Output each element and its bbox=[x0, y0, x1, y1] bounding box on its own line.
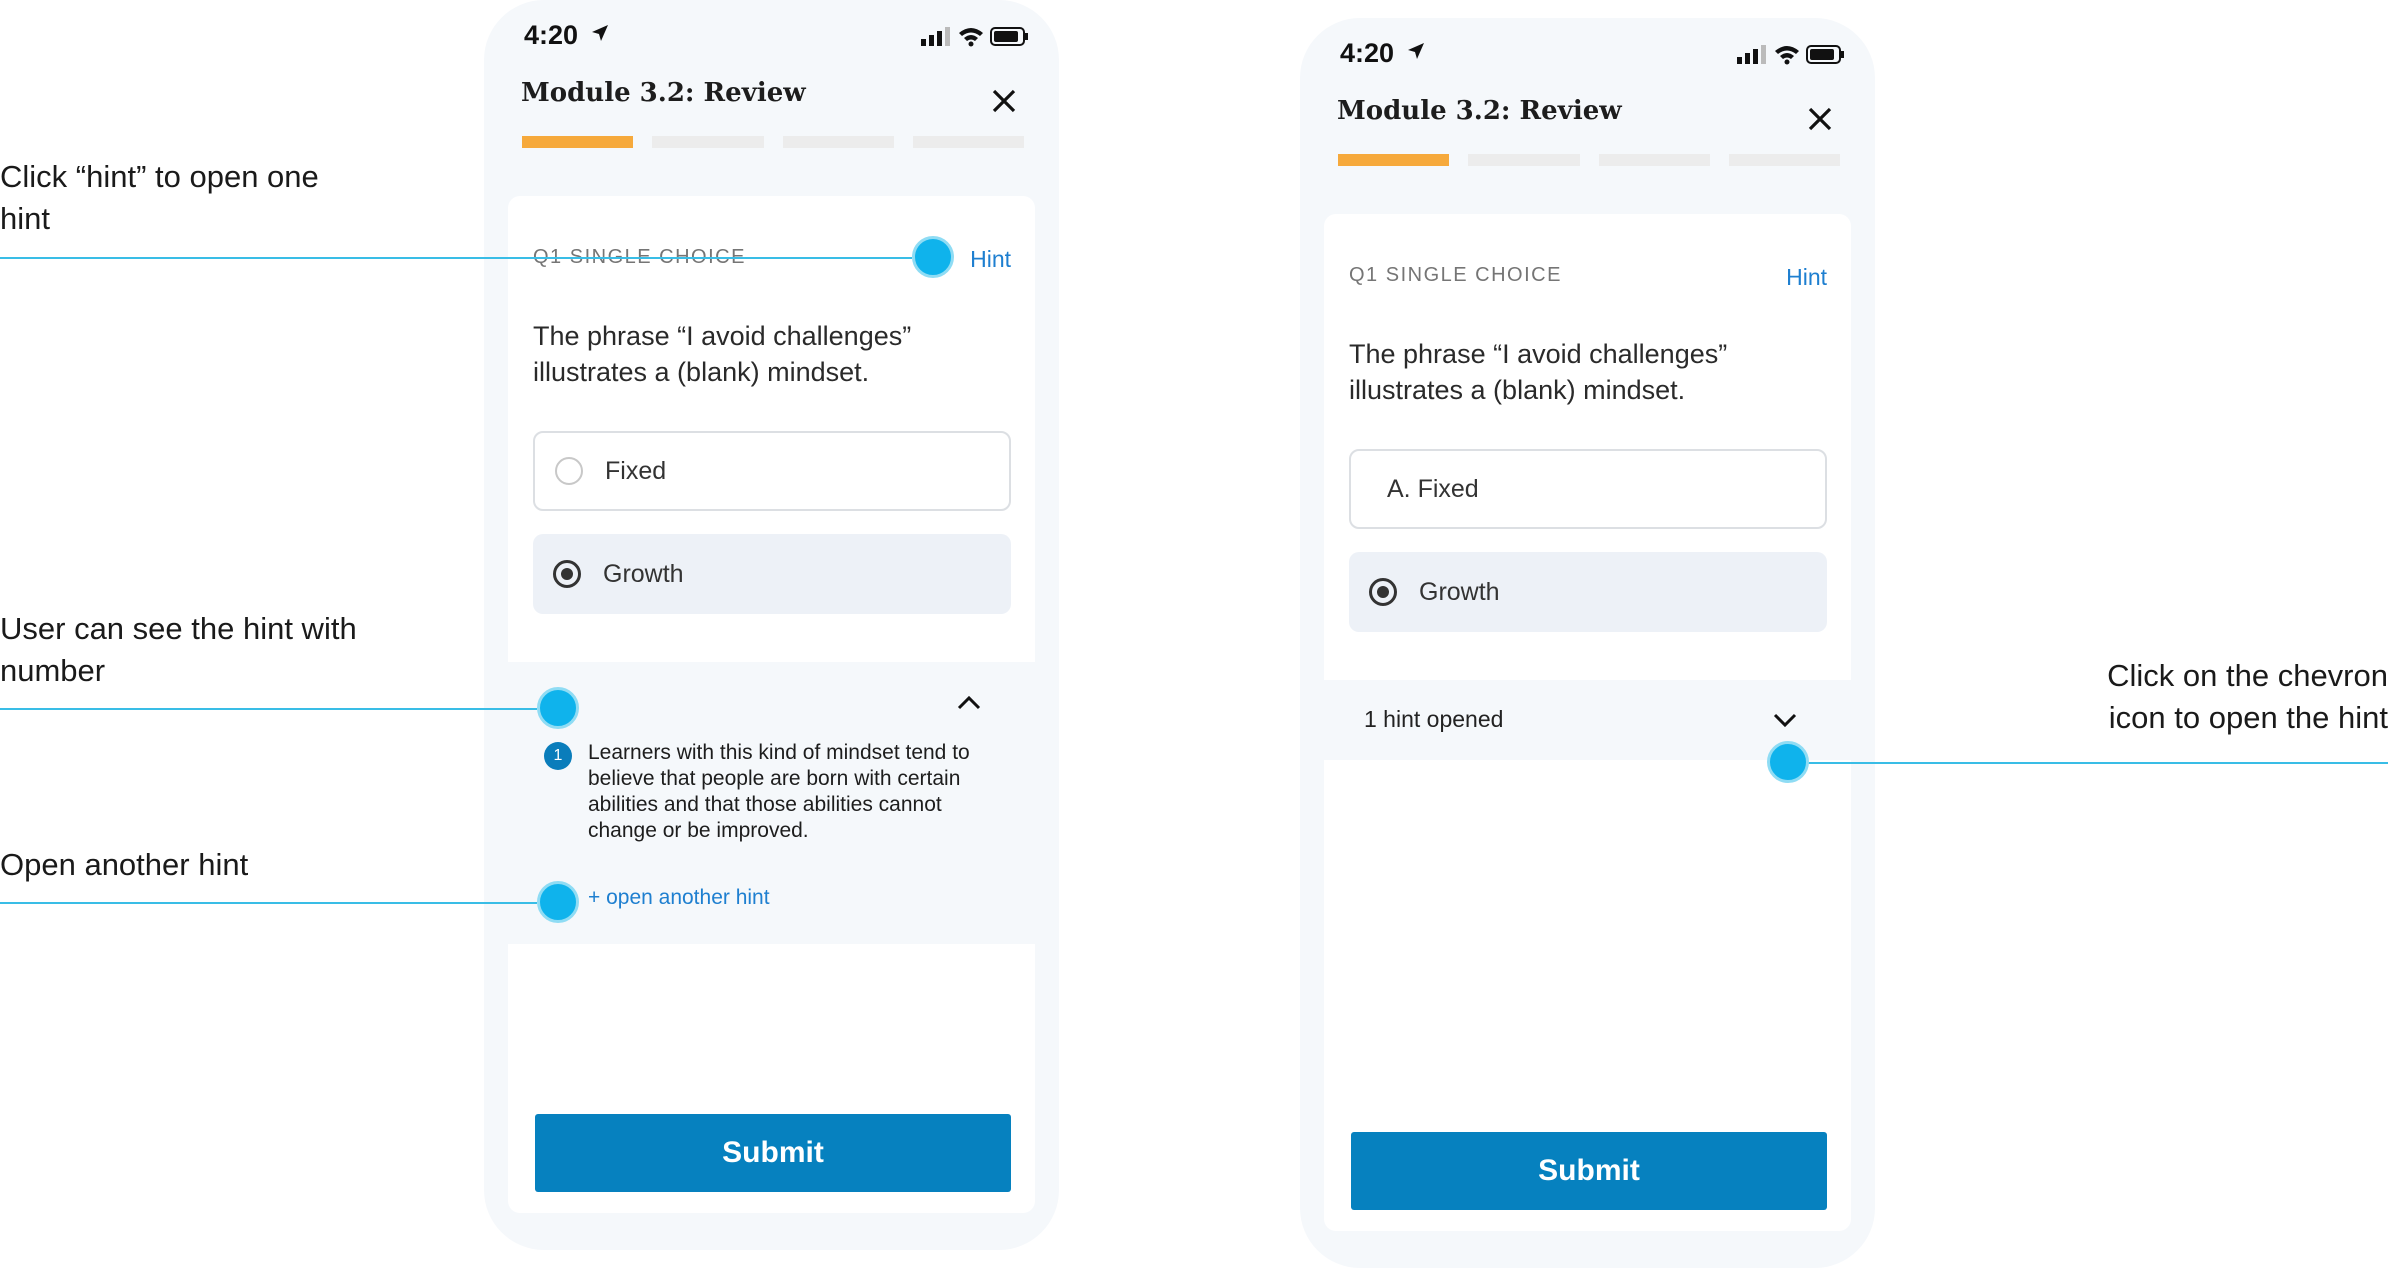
progress-segment bbox=[1728, 154, 1840, 166]
location-arrow-icon bbox=[1408, 43, 1424, 59]
chevron-down-icon[interactable] bbox=[1770, 710, 1800, 730]
signal-icon bbox=[921, 27, 950, 46]
submit-button[interactable]: Submit bbox=[535, 1114, 1011, 1192]
progress-segment bbox=[782, 136, 894, 148]
battery-icon bbox=[990, 27, 1028, 46]
annotation-chevron: Click on the chevron icon to open the hi… bbox=[2107, 658, 2388, 735]
option-growth[interactable]: Growth bbox=[533, 534, 1011, 614]
wifi-icon bbox=[959, 28, 983, 47]
hint-link[interactable]: Hint bbox=[1786, 264, 1827, 291]
status-icons bbox=[1737, 45, 1844, 65]
option-fixed[interactable]: Fixed bbox=[533, 431, 1011, 511]
submit-button[interactable]: Submit bbox=[1351, 1132, 1827, 1210]
progress-segment bbox=[1468, 154, 1580, 166]
option-growth[interactable]: Growth bbox=[1349, 552, 1827, 632]
callout-dot-hint bbox=[912, 236, 954, 278]
progress-segment bbox=[652, 136, 764, 148]
close-icon[interactable] bbox=[989, 86, 1019, 116]
page-title: Module 3.2: Review bbox=[521, 78, 806, 108]
wifi-icon bbox=[1775, 46, 1799, 65]
annotation-hint-click: Click “hint” to open one hint bbox=[0, 159, 319, 236]
location-arrow-icon bbox=[592, 25, 608, 41]
callout-line-open-another bbox=[0, 902, 537, 904]
radio-selected-icon bbox=[1369, 578, 1397, 606]
question-card: Q1 SINGLE CHOICE Hint The phrase “I avoi… bbox=[1324, 214, 1851, 1231]
open-another-hint-link[interactable]: + open another hint bbox=[588, 886, 770, 910]
phone-screen-expanded: 4:20 Module 3.2: Review Q1 SINGLE CHOICE… bbox=[484, 0, 1059, 1250]
hint-number-badge: 1 bbox=[544, 742, 572, 770]
hint-text: Learners with this kind of mindset tend … bbox=[588, 741, 970, 842]
progress-segment bbox=[1338, 154, 1450, 166]
question-card: Q1 SINGLE CHOICE Hint The phrase “I avoi… bbox=[508, 196, 1035, 1213]
progress-segment bbox=[1598, 154, 1710, 166]
callout-dot-chevron bbox=[1767, 741, 1809, 783]
hint-link[interactable]: Hint bbox=[970, 246, 1011, 273]
radio-unselected-icon bbox=[555, 457, 583, 485]
progress-segment bbox=[912, 136, 1024, 148]
status-time: 4:20 bbox=[524, 20, 579, 50]
question-text: The phrase “I avoid challenges” illustra… bbox=[1349, 339, 1728, 405]
option-label: Growth bbox=[1419, 577, 1500, 606]
status-icons bbox=[921, 27, 1028, 47]
callout-line-chevron bbox=[1808, 762, 2388, 764]
option-label: A. Fixed bbox=[1387, 474, 1479, 503]
close-icon[interactable] bbox=[1805, 104, 1835, 134]
progress-bar bbox=[522, 136, 1024, 148]
option-fixed[interactable]: A. Fixed bbox=[1349, 449, 1827, 529]
radio-selected-icon bbox=[553, 560, 581, 588]
battery-icon bbox=[1806, 45, 1844, 64]
progress-bar bbox=[1338, 154, 1840, 166]
annotation-see-hint: User can see the hint with number bbox=[0, 611, 357, 688]
progress-segment bbox=[522, 136, 634, 148]
phone-screen-collapsed: 4:20 Module 3.2: Review Q1 SINGLE CHOICE… bbox=[1300, 18, 1875, 1268]
callout-dot-see-hint bbox=[537, 687, 579, 729]
callout-line-hint bbox=[0, 257, 912, 259]
question-text: The phrase “I avoid challenges” illustra… bbox=[533, 321, 912, 387]
status-time: 4:20 bbox=[1340, 38, 1395, 68]
annotation-open-another: Open another hint bbox=[0, 847, 249, 882]
callout-line-see-hint bbox=[0, 708, 537, 710]
hint-panel: 1 Learners with this kind of mindset ten… bbox=[508, 662, 1035, 944]
status-bar: 4:20 bbox=[524, 20, 1029, 56]
status-bar: 4:20 bbox=[1340, 38, 1845, 74]
hints-opened-count: 1 hint opened bbox=[1364, 706, 1504, 732]
option-label: Growth bbox=[603, 559, 684, 588]
signal-icon bbox=[1737, 45, 1766, 64]
question-label: Q1 SINGLE CHOICE bbox=[1349, 264, 1562, 286]
option-label: Fixed bbox=[605, 456, 667, 485]
callout-dot-open-another bbox=[537, 881, 579, 923]
page-title: Module 3.2: Review bbox=[1337, 96, 1622, 126]
chevron-up-icon[interactable] bbox=[954, 693, 984, 713]
